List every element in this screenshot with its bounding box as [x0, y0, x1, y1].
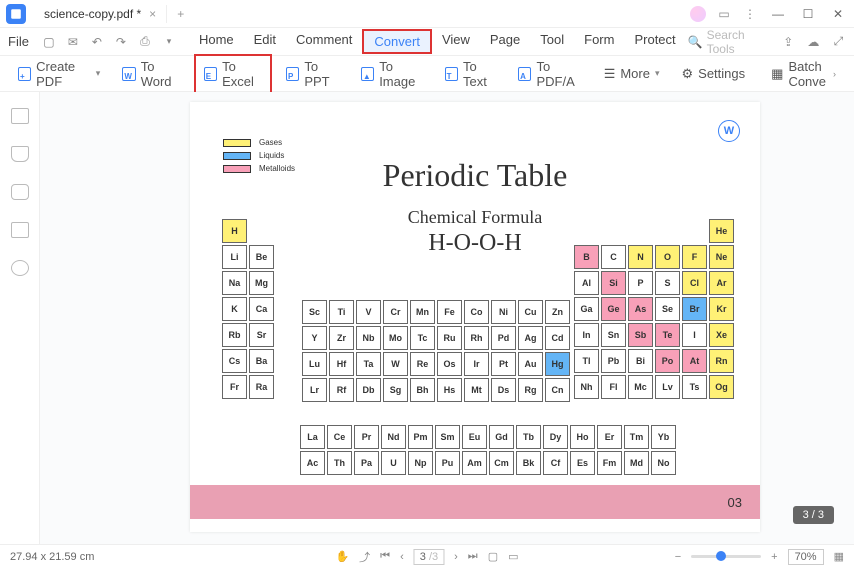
zoom-out-button[interactable]: − [675, 551, 681, 563]
page-title: Periodic Table [190, 157, 760, 194]
account-icon[interactable] [690, 6, 706, 22]
select-tool-icon[interactable]: ⤴ [359, 549, 370, 565]
list-icon: ☰ [604, 66, 616, 82]
menu-home[interactable]: Home [189, 29, 244, 54]
cloud-icon[interactable]: ☁ [806, 34, 821, 50]
search-icon: 🔍 [688, 35, 703, 49]
last-page-button[interactable]: ⏭ [468, 550, 478, 563]
minimize-button[interactable]: — [768, 7, 788, 21]
comment-panel-icon[interactable] [11, 184, 29, 200]
view-mode-icon[interactable]: ▦ [834, 550, 844, 563]
menu-comment[interactable]: Comment [286, 29, 362, 54]
gear-icon: ⚙ [682, 66, 694, 82]
plus-doc-icon [18, 67, 31, 81]
word-icon [122, 67, 135, 81]
app-menu-icon[interactable]: ▭ [716, 6, 732, 22]
zoom-level-input[interactable]: 70% [788, 549, 824, 565]
close-window-button[interactable]: ✕ [828, 7, 848, 21]
menu-tool[interactable]: Tool [530, 29, 574, 54]
page-indicator-badge: 3 / 3 [793, 506, 834, 524]
to-word-button[interactable]: To Word [114, 56, 187, 92]
page-number-label: 03 [728, 495, 742, 510]
add-tab-button[interactable]: + [167, 7, 194, 21]
settings-button[interactable]: ⚙Settings [674, 63, 754, 85]
document-canvas[interactable]: W GasesLiquidsMetalloids Periodic Table … [40, 92, 854, 564]
menu-bar: File ▢ ✉ ↶ ↷ ⎙ ▾ HomeEditCommentConvertV… [0, 28, 854, 56]
kebab-icon[interactable]: ⋮ [742, 6, 758, 22]
mail-icon[interactable]: ✉ [65, 34, 81, 50]
text-icon [445, 67, 458, 81]
convert-toolbar: Create PDF▾ To Word To Excel To PPT To I… [0, 56, 854, 92]
pdf-page: W GasesLiquidsMetalloids Periodic Table … [190, 102, 760, 532]
word-export-badge[interactable]: W [718, 120, 740, 142]
main-workspace: ▸ ◂ W GasesLiquidsMetalloids Periodic Ta… [0, 92, 854, 564]
undo-icon[interactable]: ↶ [89, 34, 105, 50]
create-pdf-button[interactable]: Create PDF▾ [10, 56, 108, 92]
qat-caret-icon[interactable]: ▾ [161, 34, 177, 50]
fit-page-icon[interactable]: ▢ [488, 550, 498, 563]
expand-icon[interactable]: ⤢ [831, 34, 846, 50]
menu-edit[interactable]: Edit [244, 29, 286, 54]
maximize-button[interactable]: ☐ [798, 7, 818, 21]
to-pdfa-button[interactable]: To PDF/A [510, 56, 590, 92]
fit-width-icon[interactable]: ▭ [508, 550, 518, 563]
redo-icon[interactable]: ↷ [113, 34, 129, 50]
tab-title: science-copy.pdf * [44, 7, 141, 21]
periodic-right-block: HeBCNOFNeAlSiPSClArGaGeAsSeBrKrInSnSbTeI… [572, 217, 736, 401]
left-sidebar [0, 92, 40, 564]
share-icon[interactable]: ⇪ [781, 34, 796, 50]
page-number-input[interactable]: 3 /3 [414, 549, 444, 565]
more-button[interactable]: ☰More▾ [596, 63, 668, 85]
attachment-icon[interactable] [11, 222, 29, 238]
status-bar: 27.94 x 21.59 cm ✋ ⤴ ⏮ ‹ 3 /3 › ⏭ ▢ ▭ − … [0, 544, 854, 568]
app-icon [6, 4, 26, 24]
to-image-button[interactable]: To Image [353, 56, 431, 92]
menu-page[interactable]: Page [480, 29, 530, 54]
title-bar: science-copy.pdf * × + ▭ ⋮ — ☐ ✕ [0, 0, 854, 28]
next-page-button[interactable]: › [454, 551, 458, 563]
print-icon[interactable]: ⎙ [137, 34, 153, 50]
menu-view[interactable]: View [432, 29, 480, 54]
to-text-button[interactable]: To Text [437, 56, 504, 92]
page-dimensions: 27.94 x 21.59 cm [10, 551, 94, 563]
menu-convert[interactable]: Convert [362, 29, 432, 54]
thumbnails-icon[interactable] [11, 108, 29, 124]
search-panel-icon[interactable] [11, 260, 29, 276]
periodic-mid-block: ScTiVCrMnFeCoNiCuZnYZrNbMoTcRuRhPdAgCdLu… [300, 298, 572, 404]
page-footer-strip: 03 [190, 485, 760, 519]
close-tab-icon[interactable]: × [149, 7, 156, 21]
menu-file[interactable]: File [8, 31, 39, 52]
excel-icon [204, 67, 217, 81]
zoom-in-button[interactable]: + [771, 551, 777, 563]
pdfa-icon [518, 67, 531, 81]
document-tab[interactable]: science-copy.pdf * × [34, 5, 167, 23]
to-ppt-button[interactable]: To PPT [278, 56, 347, 92]
ppt-icon [286, 67, 299, 81]
prev-page-button[interactable]: ‹ [400, 551, 404, 563]
zoom-slider[interactable] [691, 555, 761, 558]
to-excel-button[interactable]: To Excel [194, 54, 272, 94]
grid-icon: ▦ [771, 66, 783, 82]
bookmark-icon[interactable] [11, 146, 29, 162]
menu-form[interactable]: Form [574, 29, 624, 54]
search-tools-input[interactable]: 🔍 Search Tools [688, 28, 771, 56]
image-icon [361, 67, 374, 81]
first-page-button[interactable]: ⏮ [380, 550, 390, 563]
menu-protect[interactable]: Protect [624, 29, 685, 54]
batch-convert-button[interactable]: ▦Batch Conve› [763, 56, 844, 92]
hand-tool-icon[interactable]: ✋ [335, 550, 349, 563]
search-placeholder: Search Tools [707, 28, 771, 56]
periodic-left-block: HLiBeNaMgKCaRbSrCsBaFrRa [220, 217, 276, 401]
save-icon[interactable]: ▢ [41, 34, 57, 50]
periodic-bottom-block: LaCePrNdPmSmEuGdTbDyHoErTmYbAcThPaUNpPuA… [298, 423, 678, 477]
